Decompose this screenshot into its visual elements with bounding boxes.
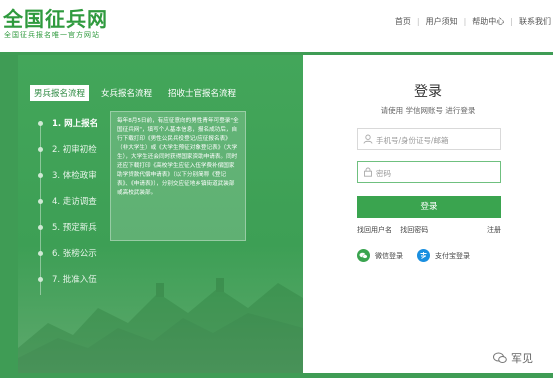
- step-dot-icon: [38, 173, 43, 178]
- login-panel: 登录 请使用 学信网账号 进行登录 手机号/身份证号/邮箱 密码 登录 找回用户…: [303, 55, 553, 373]
- process-tabs: 男兵报名流程 女兵报名流程 招收士官报名流程: [30, 85, 240, 101]
- step-dot-icon: [38, 199, 43, 204]
- tab-male-process[interactable]: 男兵报名流程: [30, 85, 90, 101]
- step-description: 每年8月5日前，有应征意向的男性青年可登录"全国征兵网"，填写个人基本信息，报名…: [110, 111, 246, 241]
- step-dot-icon: [38, 121, 43, 126]
- tab-female-process[interactable]: 女兵报名流程: [97, 85, 156, 101]
- wechat-login[interactable]: 微信登录: [357, 249, 403, 262]
- nav-divider: |: [463, 17, 467, 26]
- site-slogan: 全国征兵报名唯一官方网站: [4, 31, 100, 39]
- step-label: 7. 批准入伍: [52, 275, 97, 285]
- wechat-watermark-icon: [493, 352, 507, 363]
- step-dot-icon: [38, 277, 43, 282]
- nav-contact[interactable]: 联系我们: [519, 16, 551, 27]
- nav-divider: |: [510, 17, 513, 26]
- step-label: 5. 预定新兵: [52, 223, 97, 233]
- wechat-icon: [357, 249, 370, 262]
- top-nav: 首页 | 用户须知 | 帮助中心 | 联系我们: [395, 16, 551, 27]
- step-label: 4. 走访调查: [52, 197, 97, 207]
- step-item[interactable]: 1. 网上报名: [38, 117, 98, 143]
- alipay-icon: [417, 249, 430, 262]
- password-placeholder: 密码: [376, 169, 391, 178]
- step-dot-icon: [38, 147, 43, 152]
- step-dot-icon: [38, 251, 43, 256]
- step-item[interactable]: 2. 初审初检: [38, 143, 98, 169]
- step-item[interactable]: 7. 批准入伍: [38, 273, 98, 299]
- nav-help-center[interactable]: 帮助中心: [472, 16, 504, 27]
- header: 全国征兵网 全国征兵报名唯一官方网站 首页 | 用户须知 | 帮助中心 | 联系…: [0, 0, 553, 48]
- find-username-link[interactable]: 找回用户名: [357, 226, 392, 234]
- process-steps: 1. 网上报名 2. 初审初检 3. 体检政审 4. 走访调查 5. 预定新兵 …: [38, 117, 98, 299]
- username-placeholder: 手机号/身份证号/邮箱: [376, 136, 449, 145]
- process-panel: 男兵报名流程 女兵报名流程 招收士官报名流程 1. 网上报名 2. 初审初检 3…: [18, 55, 303, 373]
- alipay-login-label: 支付宝登录: [435, 251, 470, 260]
- alipay-login[interactable]: 支付宝登录: [417, 249, 470, 262]
- tab-nco-process[interactable]: 招收士官报名流程: [164, 85, 240, 101]
- step-label: 3. 体检政审: [52, 171, 97, 181]
- step-item[interactable]: 5. 预定新兵: [38, 221, 98, 247]
- step-item[interactable]: 6. 张榜公示: [38, 247, 98, 273]
- third-party-login: 微信登录 支付宝登录: [357, 249, 470, 262]
- step-label: 1. 网上报名: [52, 119, 99, 129]
- wechat-login-label: 微信登录: [375, 251, 403, 260]
- watermark: 军见: [493, 350, 533, 366]
- register-link[interactable]: 注册: [487, 225, 501, 235]
- step-label: 2. 初审初检: [52, 145, 97, 155]
- step-label: 6. 张榜公示: [52, 249, 97, 259]
- nav-home[interactable]: 首页: [395, 16, 411, 27]
- step-item[interactable]: 4. 走访调查: [38, 195, 98, 221]
- watermark-text: 军见: [511, 352, 533, 365]
- password-field[interactable]: 密码: [357, 161, 501, 183]
- account-links: 找回用户名 找回密码 注册: [357, 225, 501, 235]
- login-subtitle: 请使用 学信网账号 进行登录: [380, 106, 476, 115]
- login-button[interactable]: 登录: [357, 196, 501, 218]
- nav-user-notice[interactable]: 用户须知: [426, 16, 458, 27]
- site-logo[interactable]: 全国征兵网: [3, 3, 108, 32]
- username-field[interactable]: 手机号/身份证号/邮箱: [357, 128, 501, 150]
- nav-divider: |: [416, 17, 420, 26]
- step-item[interactable]: 3. 体检政审: [38, 169, 98, 195]
- find-password-link[interactable]: 找回密码: [400, 226, 428, 234]
- lock-icon: [364, 167, 372, 177]
- step-dot-icon: [38, 225, 43, 230]
- login-title: 登录: [414, 84, 442, 100]
- user-icon: [363, 134, 373, 144]
